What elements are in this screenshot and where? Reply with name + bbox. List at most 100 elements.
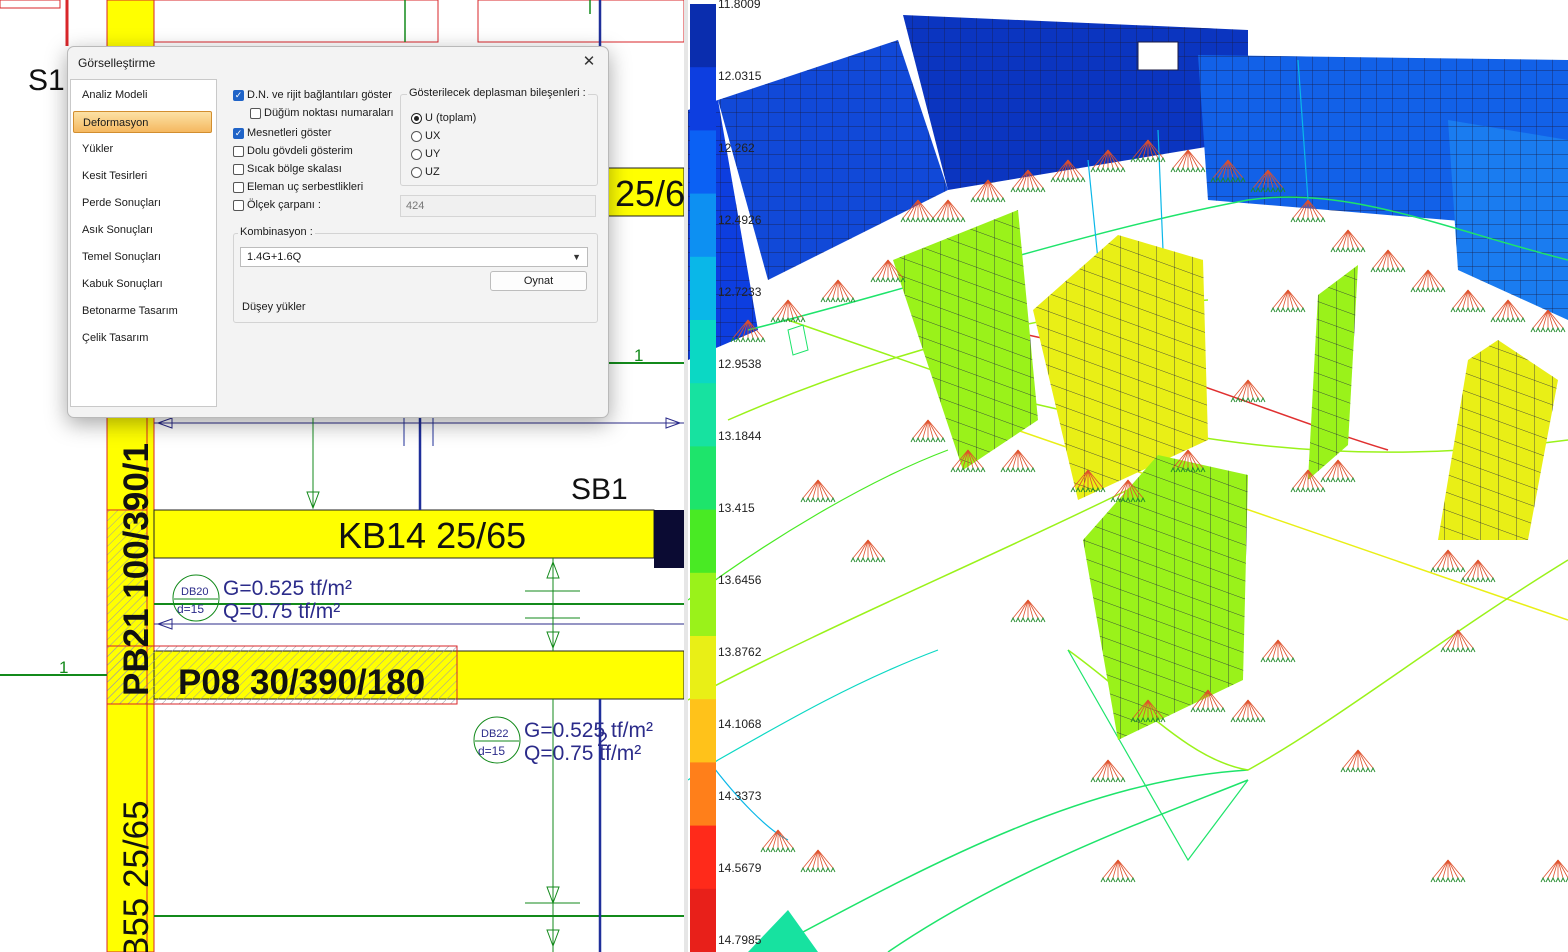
option-label: Ölçek çarpanı : xyxy=(247,199,321,211)
shell-mesh xyxy=(1308,265,1358,480)
checkbox-checked-icon[interactable]: ✓ xyxy=(233,127,244,139)
shell-mesh xyxy=(1083,455,1248,740)
option-label: Mesnetleri göster xyxy=(247,127,332,139)
radio-icon[interactable] xyxy=(411,148,422,160)
checkbox-icon[interactable] xyxy=(250,107,261,119)
support-icon xyxy=(1430,859,1466,883)
combination-note: Düşey yükler xyxy=(242,301,306,313)
label-sb1: SB1 xyxy=(571,473,628,506)
option-label: Eleman uç serbestlikleri xyxy=(247,181,364,193)
chevron-down-icon[interactable]: ▼ xyxy=(572,248,581,266)
frame-line xyxy=(787,769,1249,941)
nav-item-wall-results[interactable]: Perde Sonuçları xyxy=(73,192,212,214)
support-icon xyxy=(1010,599,1046,623)
checkbox-icon[interactable] xyxy=(233,163,244,175)
support-icon xyxy=(1440,629,1476,653)
option-show-node-links[interactable]: ✓ D.N. ve rijit bağlantıları göster xyxy=(233,89,392,101)
radio-selected-icon[interactable] xyxy=(411,112,422,124)
nav-item-section-forces[interactable]: Kesit Tesirleri xyxy=(73,165,212,187)
support-icon xyxy=(1290,469,1326,493)
legend-swatch xyxy=(690,130,716,195)
legend-swatch xyxy=(690,888,716,952)
slab-thickness: d=15 xyxy=(478,744,505,758)
radio-icon[interactable] xyxy=(411,166,422,178)
slab-q-load: Q=0.75 tf/m² xyxy=(223,600,340,623)
radio-icon[interactable] xyxy=(411,130,422,142)
checkbox-checked-icon[interactable]: ✓ xyxy=(233,89,244,101)
nav-item-analysis-model[interactable]: Analiz Modeli xyxy=(73,84,212,106)
support-icon xyxy=(1260,639,1296,663)
slab-q-load: Q=0.75 tf/m² xyxy=(524,742,641,765)
wall-opening xyxy=(1137,41,1179,71)
deformation-3d-view[interactable]: 11.8009 12.0315 12.262 12.4926 12.7233 12.953… xyxy=(688,0,1568,952)
nav-item-foundation-results[interactable]: Temel Sonuçları xyxy=(73,246,212,268)
support-icon xyxy=(1000,449,1036,473)
options-panel: ✓ D.N. ve rijit bağlantıları göster Düğüm… xyxy=(218,79,600,405)
frame-detail xyxy=(787,324,809,356)
legend-value: 11.8009 xyxy=(718,0,761,11)
checkbox-icon[interactable] xyxy=(233,199,244,211)
option-scale-factor[interactable]: Ölçek çarpanı : xyxy=(233,199,321,211)
support-icon xyxy=(820,279,856,303)
option-heat-scale[interactable]: Sıcak bölge skalası xyxy=(233,163,342,175)
combination-value: 1.4G+1.6Q xyxy=(247,251,302,263)
support-icon xyxy=(800,849,836,873)
dialog-title: Görselleştirme xyxy=(78,56,156,70)
play-button[interactable]: Oynat xyxy=(490,271,587,291)
radio-uz[interactable]: UZ xyxy=(411,166,440,178)
legend-value: 12.9538 xyxy=(718,357,762,371)
legend-value: 13.6456 xyxy=(718,573,762,587)
nav-item-steel-design[interactable]: Çelik Tasarım xyxy=(73,327,212,349)
nav-item-rc-design[interactable]: Betonarme Tasarım xyxy=(73,300,212,322)
shell-mesh xyxy=(893,210,1038,470)
radio-label: U (toplam) xyxy=(425,112,477,124)
support-icon xyxy=(1490,299,1526,323)
support-icon xyxy=(1330,229,1366,253)
nav-item-deformation[interactable]: Deformasyon xyxy=(73,111,212,133)
legend-swatch xyxy=(690,256,716,321)
option-end-releases[interactable]: Eleman uç serbestlikleri xyxy=(233,181,363,193)
category-list[interactable]: Analiz Modeli Deformasyon Yükler Kesit T… xyxy=(70,79,217,407)
legend-swatch xyxy=(690,383,716,447)
support-icon xyxy=(930,199,966,223)
checkbox-icon[interactable] xyxy=(233,145,244,157)
legend-swatch xyxy=(690,699,716,763)
option-show-supports[interactable]: ✓ Mesnetleri göster xyxy=(233,127,331,139)
legend-value: 14.7985 xyxy=(718,933,762,947)
radio-ux[interactable]: UX xyxy=(411,130,440,142)
nav-item-loads[interactable]: Yükler xyxy=(73,138,212,160)
nav-item-asik-results[interactable]: Asık Sonuçları xyxy=(73,219,212,241)
radio-u-total[interactable]: U (toplam) xyxy=(411,112,476,124)
support-icon xyxy=(1450,289,1486,313)
support-icon xyxy=(760,829,796,853)
support-icon xyxy=(1230,699,1266,723)
option-solid-display[interactable]: Dolu gövdeli gösterim xyxy=(233,145,353,157)
close-icon[interactable]: ✕ xyxy=(578,51,600,73)
support-icon xyxy=(1540,859,1568,883)
slab-id: DB22 xyxy=(481,728,509,740)
radio-uy[interactable]: UY xyxy=(411,148,440,160)
support-icon xyxy=(1430,549,1466,573)
label-p08: P08 30/390/180 xyxy=(178,663,425,702)
visualization-dialog[interactable]: Görselleştirme ✕ Analiz Modeli Deformasy… xyxy=(67,46,609,418)
option-node-numbers[interactable]: Düğüm noktası numaraları xyxy=(250,107,394,119)
scale-factor-field[interactable]: 424 xyxy=(400,195,596,217)
slab-g-load: G=0.525 tf/m² xyxy=(524,719,653,742)
slab-outline xyxy=(477,0,684,43)
option-label: Sıcak bölge skalası xyxy=(247,163,342,175)
column-outline xyxy=(0,0,61,9)
shell-mesh xyxy=(1438,340,1558,540)
legend-value: 12.262 xyxy=(718,141,755,155)
frame-line xyxy=(887,779,1249,952)
combination-select[interactable]: 1.4G+1.6Q ▼ xyxy=(240,247,588,267)
checkbox-icon[interactable] xyxy=(233,181,244,193)
column-line xyxy=(1087,159,1099,261)
grid-label-1: 1 xyxy=(634,346,643,365)
legend-swatch xyxy=(690,4,716,68)
label-s1: S1 xyxy=(28,64,65,97)
slab-outline xyxy=(149,0,439,43)
nav-item-shell-results[interactable]: Kabuk Sonuçları xyxy=(73,273,212,295)
legend-swatch xyxy=(690,446,716,511)
support-icon xyxy=(800,479,836,503)
support-icon xyxy=(770,299,806,323)
